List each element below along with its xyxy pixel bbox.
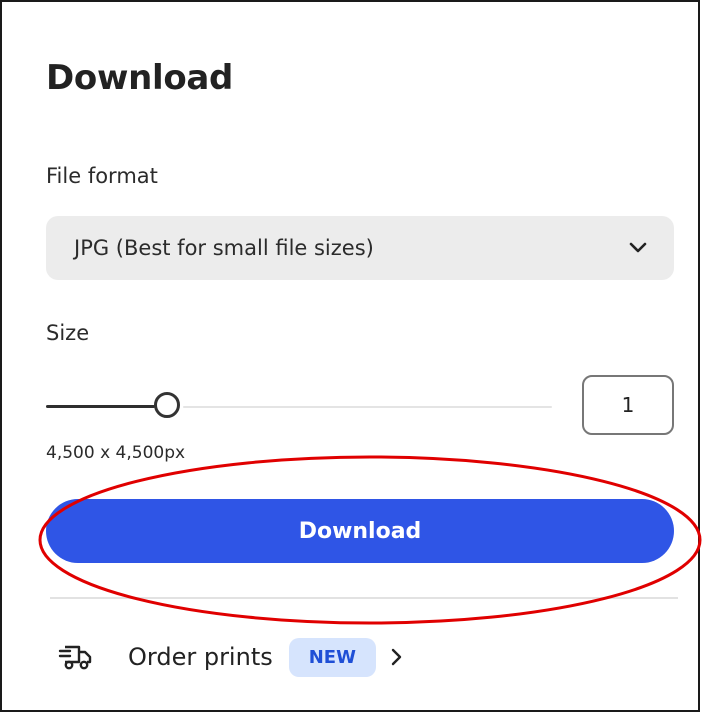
slider-thumb[interactable] — [154, 392, 180, 418]
size-slider[interactable] — [46, 382, 552, 430]
chevron-right-icon — [390, 646, 406, 668]
divider — [50, 597, 678, 599]
panel-title: Download — [46, 58, 234, 98]
size-label: Size — [46, 321, 90, 345]
order-prints-link[interactable]: Order prints NEW — [58, 632, 406, 682]
file-format-label: File format — [46, 164, 158, 188]
truck-icon — [58, 641, 94, 673]
download-button[interactable]: Download — [46, 499, 674, 563]
size-multiplier-input[interactable]: 1 — [582, 375, 674, 435]
new-badge: NEW — [288, 637, 376, 677]
slider-track-remaining — [183, 406, 552, 408]
order-prints-label: Order prints — [128, 643, 273, 671]
slider-track-filled — [46, 405, 155, 408]
file-format-dropdown[interactable]: JPG (Best for small file sizes) — [46, 216, 674, 280]
output-dimensions: 4,500 x 4,500px — [46, 443, 186, 463]
file-format-selected-value: JPG (Best for small file sizes) — [74, 236, 374, 260]
download-panel: Download File format JPG (Best for small… — [0, 0, 700, 712]
chevron-down-icon — [628, 238, 648, 258]
